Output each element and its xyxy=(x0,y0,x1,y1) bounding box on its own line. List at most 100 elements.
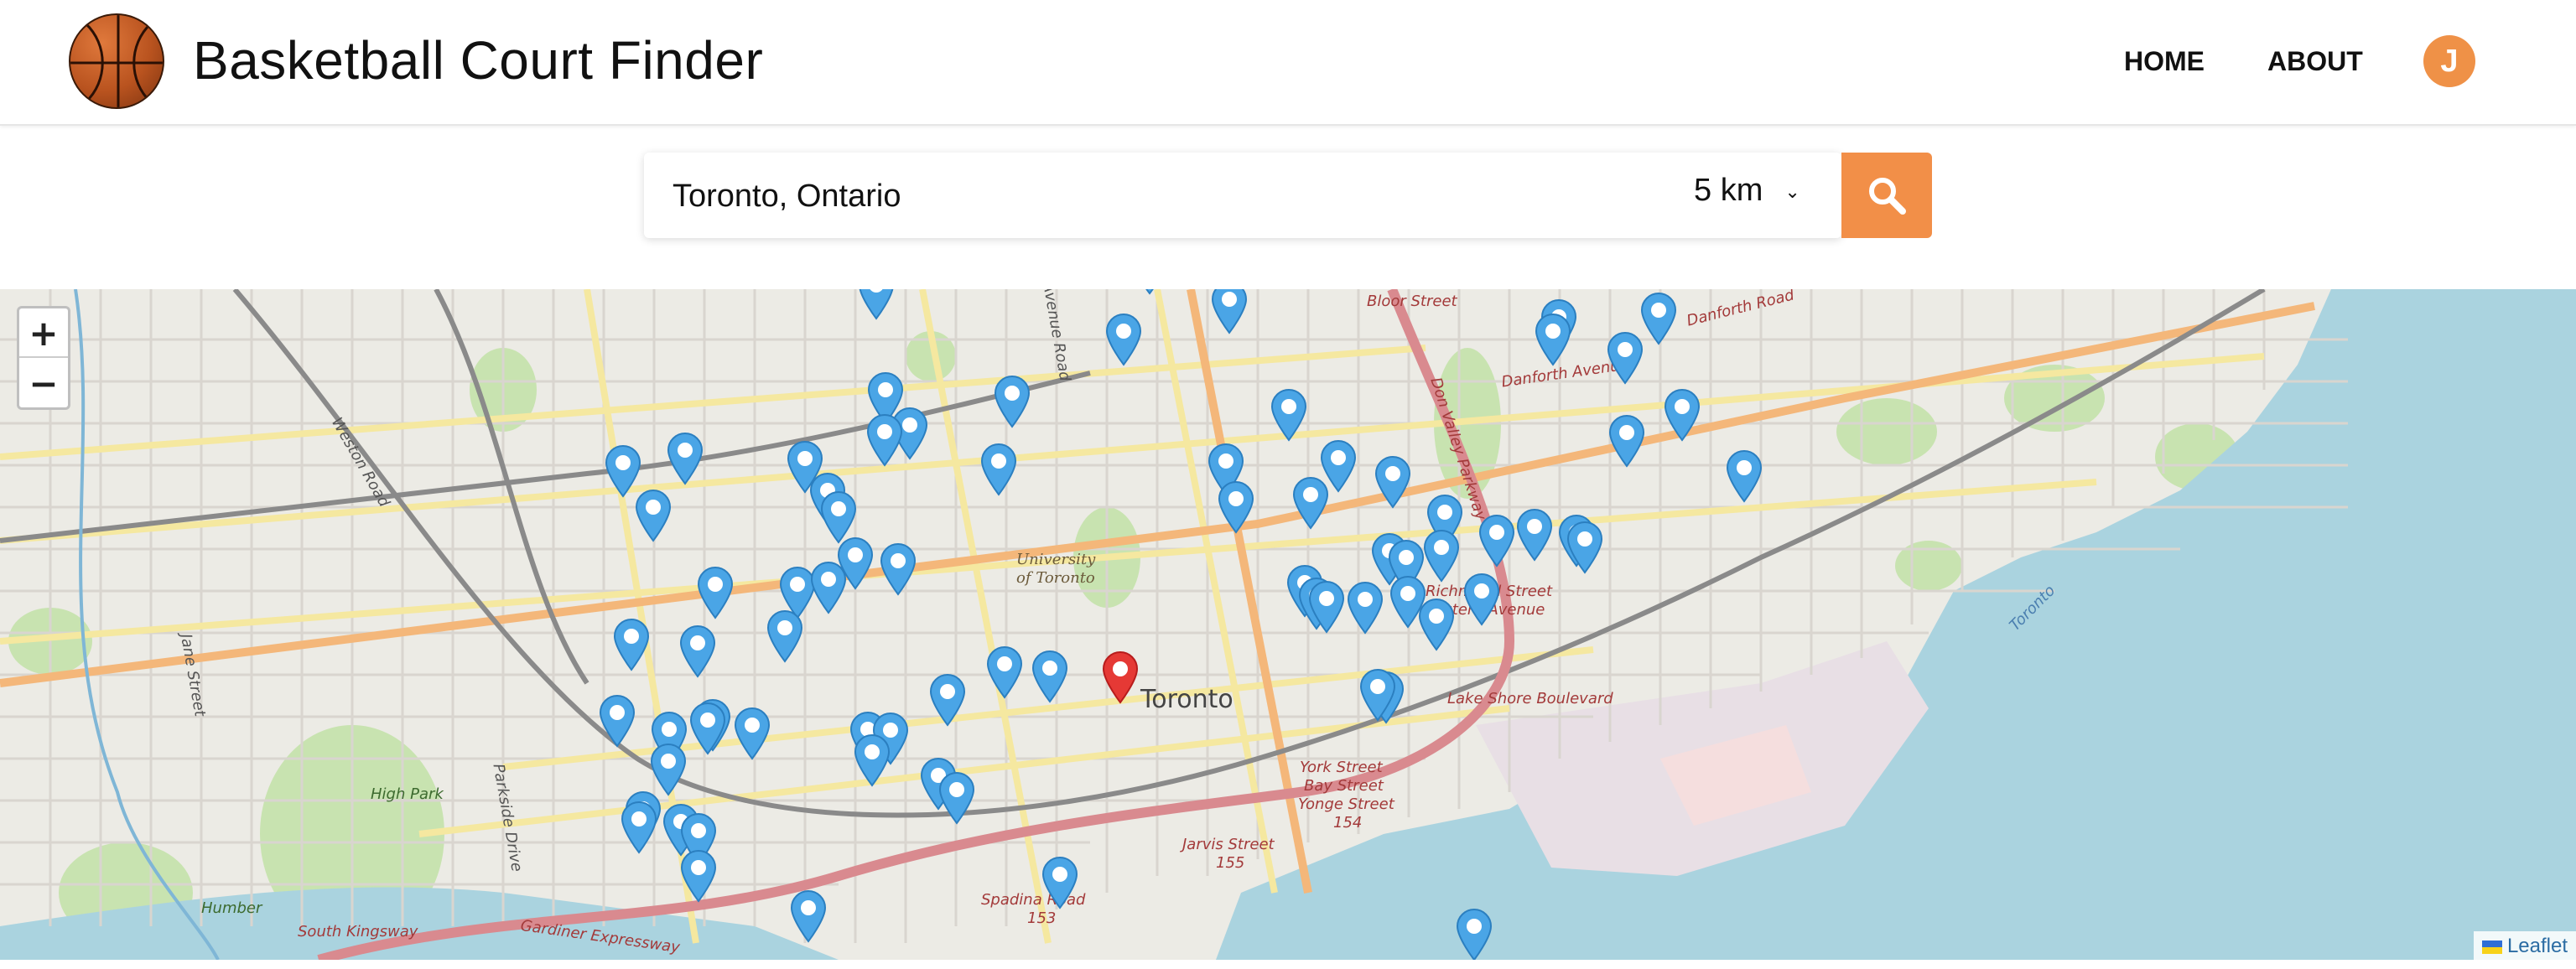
court-marker[interactable] xyxy=(1307,580,1346,634)
court-marker[interactable] xyxy=(928,673,967,727)
court-marker[interactable] xyxy=(985,645,1024,699)
search-button[interactable] xyxy=(1841,153,1932,238)
user-avatar[interactable]: J xyxy=(2423,35,2475,87)
zoom-out-button[interactable]: − xyxy=(19,359,68,408)
court-marker[interactable] xyxy=(1534,313,1572,366)
map-pin-icon xyxy=(1664,389,1701,442)
map-pin-icon xyxy=(650,744,687,796)
map-pin-icon xyxy=(986,646,1023,699)
court-marker[interactable] xyxy=(1566,521,1604,574)
map-pin-icon xyxy=(994,376,1031,428)
court-marker[interactable] xyxy=(1358,668,1397,722)
map-attribution[interactable]: Leaflet xyxy=(2473,931,2576,960)
street-label-yonge: Yonge Street xyxy=(1298,795,1394,813)
map-pin-icon xyxy=(1374,456,1411,509)
court-marker[interactable] xyxy=(598,694,636,748)
court-marker[interactable] xyxy=(1725,449,1763,503)
map-pin-icon xyxy=(1308,581,1345,634)
map[interactable]: Bloor Street Danforth Avenue Danforth Ro… xyxy=(0,289,2576,960)
basketball-icon[interactable] xyxy=(69,13,164,109)
court-marker[interactable] xyxy=(612,618,651,671)
court-marker[interactable] xyxy=(853,733,891,787)
map-pin-icon xyxy=(938,772,975,825)
map-pin-icon xyxy=(1478,515,1515,567)
street-label-yonge-number: 154 xyxy=(1333,814,1363,832)
court-marker[interactable] xyxy=(679,849,718,903)
map-pin-icon xyxy=(1102,651,1139,704)
city-label: Toronto xyxy=(1140,685,1233,714)
map-pin-icon xyxy=(1535,314,1571,366)
map-pin-icon xyxy=(613,619,650,671)
court-marker[interactable] xyxy=(789,889,828,943)
street-label-south-kingsway: South Kingsway xyxy=(298,923,418,940)
court-marker[interactable] xyxy=(1515,508,1554,562)
court-marker[interactable] xyxy=(1478,514,1516,567)
court-marker[interactable] xyxy=(733,707,771,760)
map-pin-icon xyxy=(1726,450,1763,503)
court-marker[interactable] xyxy=(937,771,976,825)
current-location-marker[interactable] xyxy=(1101,650,1140,704)
court-marker[interactable] xyxy=(1291,476,1330,530)
court-marker[interactable] xyxy=(649,743,688,796)
court-marker[interactable] xyxy=(688,702,727,755)
court-marker[interactable] xyxy=(1104,313,1143,366)
court-marker[interactable] xyxy=(1663,388,1701,442)
court-marker[interactable] xyxy=(1422,529,1461,583)
map-pin-icon xyxy=(1456,909,1493,960)
court-marker[interactable] xyxy=(620,801,658,854)
court-marker[interactable] xyxy=(1210,289,1249,334)
street-label-lake-shore: Lake Shore Boulevard xyxy=(1447,690,1613,707)
court-marker[interactable] xyxy=(1374,455,1412,509)
court-marker[interactable] xyxy=(879,542,917,596)
court-marker[interactable] xyxy=(865,413,904,467)
map-pin-icon xyxy=(1418,598,1455,651)
map-pin-icon xyxy=(980,443,1017,496)
radius-select[interactable]: 5 km ⌄ xyxy=(1694,173,1800,218)
map-pin-icon xyxy=(1041,857,1078,909)
map-pin-icon xyxy=(790,890,827,943)
zoom-in-button[interactable]: + xyxy=(19,308,68,358)
court-marker[interactable] xyxy=(666,432,704,485)
court-marker[interactable] xyxy=(857,289,896,320)
nav-home-link[interactable]: HOME xyxy=(2124,46,2205,77)
court-marker[interactable] xyxy=(809,561,848,614)
map-pin-icon xyxy=(1347,582,1384,635)
court-marker[interactable] xyxy=(1606,331,1644,385)
map-pin-icon xyxy=(1516,509,1553,562)
map-pin-icon xyxy=(1607,332,1644,385)
map-pin-icon xyxy=(635,490,672,542)
park-label-humber: Humber xyxy=(201,899,262,917)
map-pin-icon xyxy=(880,543,917,596)
court-marker[interactable] xyxy=(1217,480,1255,534)
court-marker[interactable] xyxy=(993,375,1031,428)
nav-about-link[interactable]: ABOUT xyxy=(2267,46,2363,77)
location-search-input[interactable] xyxy=(673,175,1595,217)
court-marker[interactable] xyxy=(1130,289,1169,295)
court-marker[interactable] xyxy=(1462,573,1501,626)
street-label-jarvis: Jarvis Street xyxy=(1182,836,1275,853)
court-marker[interactable] xyxy=(678,624,717,678)
map-pin-icon xyxy=(1423,530,1460,583)
court-marker[interactable] xyxy=(1639,292,1678,345)
court-marker[interactable] xyxy=(766,609,804,663)
court-marker[interactable] xyxy=(1041,856,1079,909)
map-pin-icon xyxy=(1211,289,1248,334)
court-marker[interactable] xyxy=(1031,650,1069,703)
court-marker[interactable] xyxy=(1270,388,1308,442)
university-label: University of Toronto xyxy=(1016,551,1095,588)
court-marker[interactable] xyxy=(1417,598,1456,651)
court-marker[interactable] xyxy=(696,566,735,619)
attribution-link[interactable]: Leaflet xyxy=(2507,935,2568,957)
court-marker[interactable] xyxy=(1346,581,1384,635)
map-pin-icon xyxy=(1145,289,1154,295)
search-bar: 5 km ⌄ xyxy=(644,153,1841,238)
map-pin-icon xyxy=(929,674,966,727)
court-marker[interactable] xyxy=(634,489,673,542)
court-marker[interactable] xyxy=(1607,414,1646,468)
park-label-high-park: High Park xyxy=(371,785,444,803)
map-pin-icon xyxy=(810,562,847,614)
map-pin-icon xyxy=(1292,477,1329,530)
court-marker[interactable] xyxy=(1455,908,1493,960)
university-label-line1: University xyxy=(1016,551,1096,568)
court-marker[interactable] xyxy=(979,443,1018,496)
